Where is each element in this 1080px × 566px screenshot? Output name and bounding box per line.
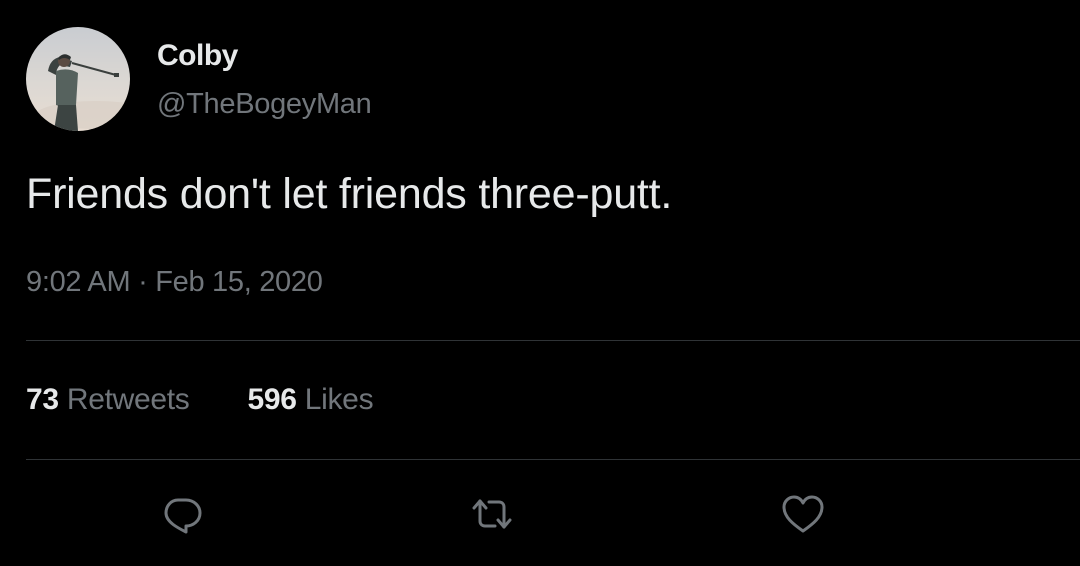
retweet-icon: [472, 499, 512, 529]
likes-count: 596: [247, 383, 297, 416]
heart-icon: [782, 495, 824, 533]
tweet-timestamp: 9:02 AM · Feb 15, 2020: [26, 266, 323, 299]
avatar[interactable]: [26, 27, 130, 131]
meta-separator: ·: [138, 266, 148, 298]
divider: [26, 340, 1080, 341]
reply-button[interactable]: [158, 490, 206, 538]
divider: [26, 459, 1080, 460]
retweets-count: 73: [26, 383, 59, 416]
like-button[interactable]: [779, 490, 827, 538]
tweet-text: Friends don't let friends three-putt.: [26, 170, 673, 218]
avatar-golfer-image: [26, 27, 130, 131]
reply-icon: [164, 498, 202, 534]
tweet-time[interactable]: 9:02 AM: [26, 266, 131, 298]
tweet-stats: 73 Retweets 596 Likes: [26, 383, 374, 417]
tweet-date[interactable]: Feb 15, 2020: [155, 266, 323, 298]
display-name[interactable]: Colby: [157, 39, 238, 73]
retweet-button[interactable]: [468, 490, 516, 538]
retweets-label: Retweets: [66, 383, 190, 416]
retweets-stat[interactable]: 73 Retweets: [26, 383, 190, 417]
user-handle[interactable]: @TheBogeyMan: [157, 88, 372, 121]
likes-label: Likes: [304, 383, 374, 416]
likes-stat[interactable]: 596 Likes: [248, 383, 374, 417]
